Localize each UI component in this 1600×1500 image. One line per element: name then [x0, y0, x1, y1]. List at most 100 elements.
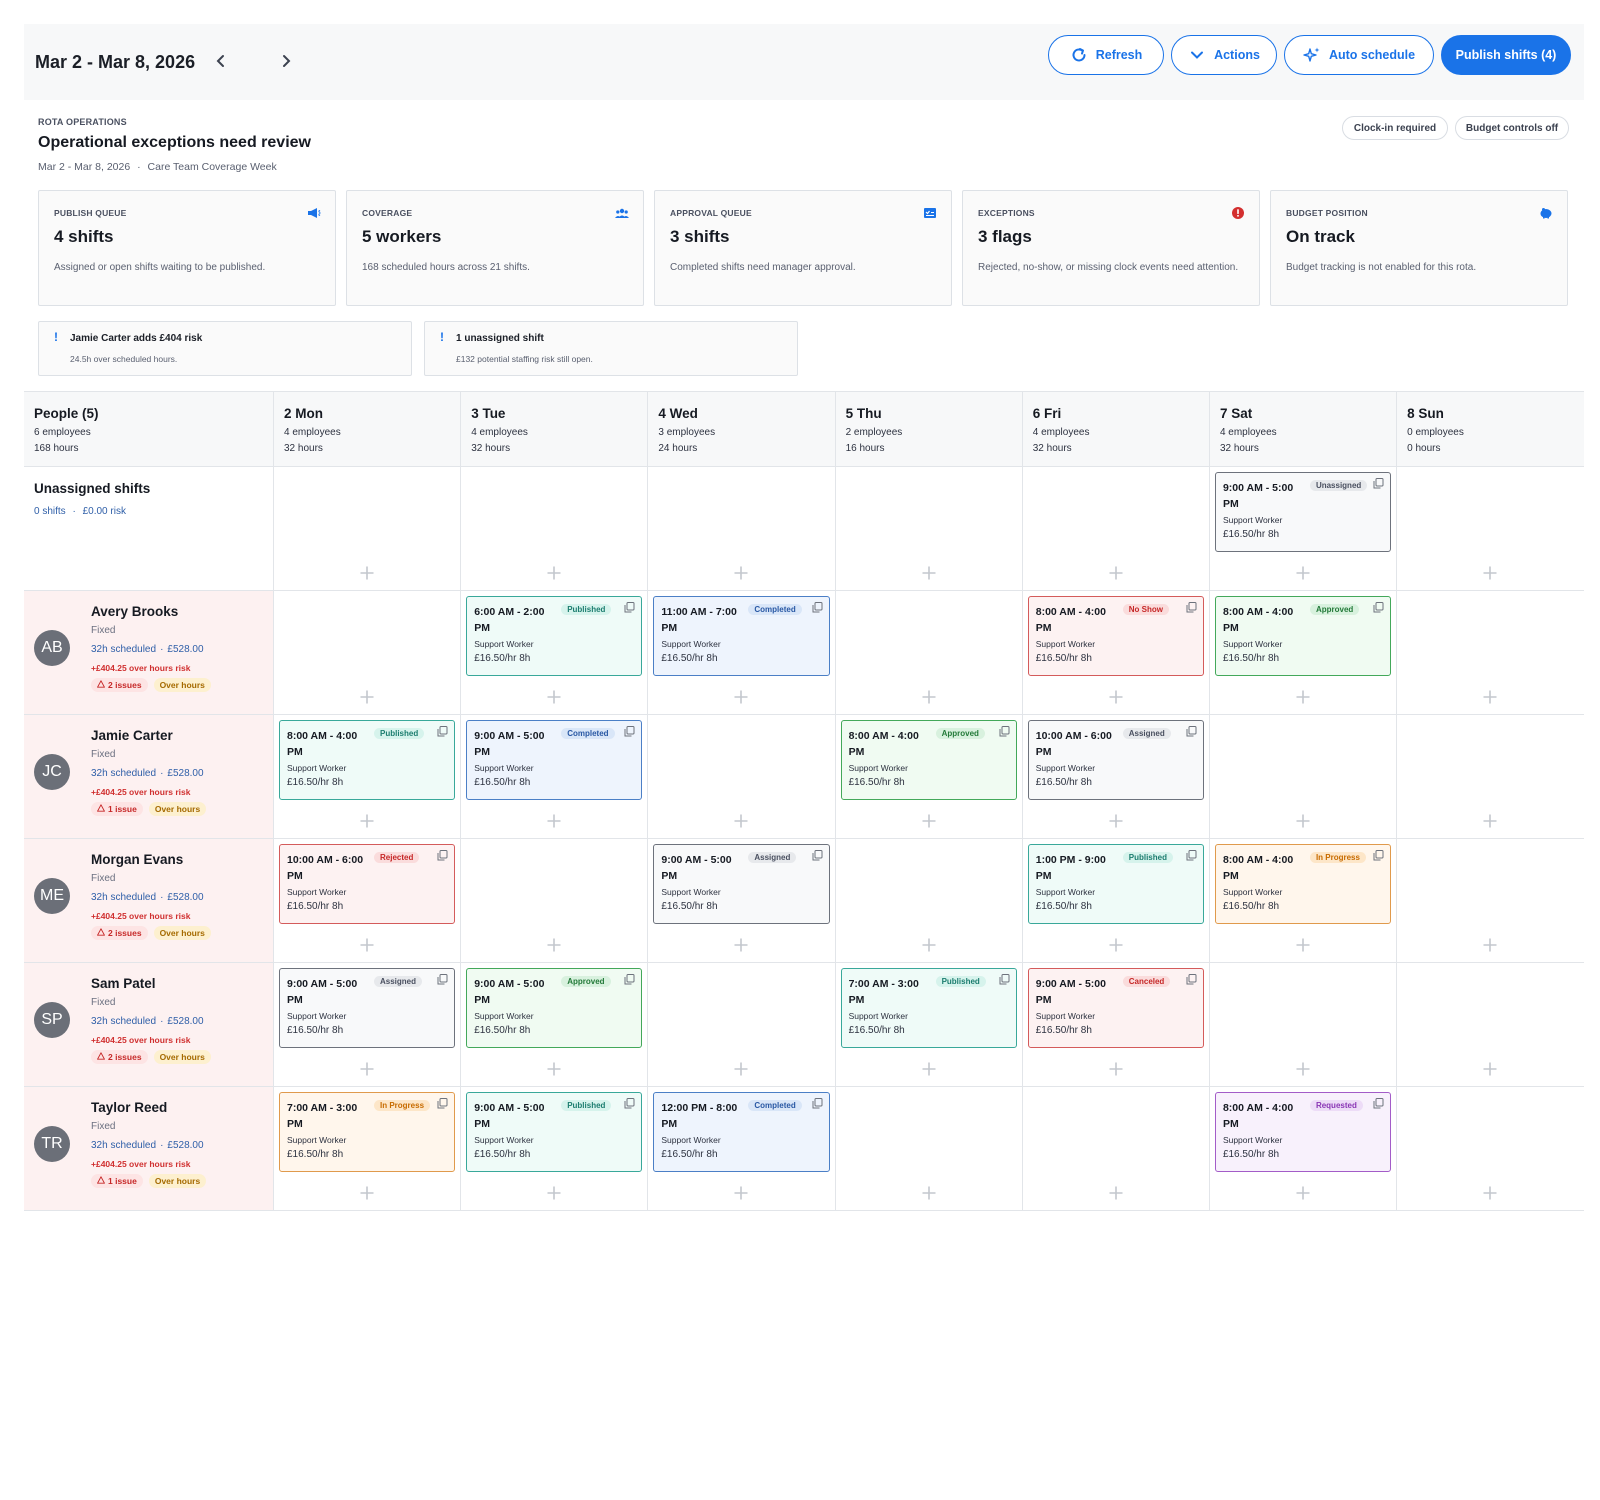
shift-card[interactable]: 8:00 AM - 4:00 PM Requested Support Worker… — [1214, 1092, 1392, 1172]
actions-button[interactable]: Actions — [1171, 35, 1277, 75]
copy-icon[interactable] — [624, 726, 635, 737]
alert-jamie-carter-risk[interactable]: ! Jamie Carter adds £404 risk 24.5h over… — [38, 321, 412, 376]
add-shift-button[interactable] — [1481, 688, 1499, 706]
shift-card[interactable]: 10:00 AM - 6:00 PM Rejected Support Worker… — [279, 844, 456, 924]
copy-icon[interactable] — [624, 1098, 635, 1109]
copy-icon[interactable] — [1186, 726, 1197, 737]
add-shift-button[interactable] — [545, 812, 563, 830]
add-shift-button[interactable] — [1107, 936, 1125, 954]
add-shift-button[interactable] — [358, 564, 376, 582]
shift-card[interactable]: 8:00 AM - 4:00 PM Approved Support Worker £… — [840, 720, 1017, 800]
add-shift-button[interactable] — [358, 1184, 376, 1202]
publish-shifts-button[interactable]: Publish shifts (4) — [1441, 35, 1571, 75]
add-shift-button[interactable] — [1481, 1184, 1499, 1202]
add-shift-button[interactable] — [1294, 688, 1312, 706]
add-shift-button[interactable] — [1107, 812, 1125, 830]
add-shift-button[interactable] — [732, 812, 750, 830]
employee-name[interactable]: Jamie Carter — [91, 728, 173, 743]
auto-schedule-button[interactable]: Auto schedule — [1284, 35, 1434, 75]
copy-icon[interactable] — [812, 1098, 823, 1109]
issues-badge[interactable]: 1 issue — [91, 802, 143, 816]
shift-card[interactable]: 10:00 AM - 6:00 PM Assigned Support Worker… — [1027, 720, 1204, 800]
add-shift-button[interactable] — [1481, 936, 1499, 954]
shift-card[interactable]: 1:00 PM - 9:00 PM Published Support Worker… — [1027, 844, 1204, 924]
copy-icon[interactable] — [624, 602, 635, 613]
add-shift-button[interactable] — [358, 688, 376, 706]
add-shift-button[interactable] — [545, 564, 563, 582]
shift-card[interactable]: 7:00 AM - 3:00 PM In Progress Support Work… — [279, 1092, 456, 1172]
add-shift-button[interactable] — [920, 688, 938, 706]
add-shift-button[interactable] — [732, 936, 750, 954]
copy-icon[interactable] — [812, 602, 823, 613]
copy-icon[interactable] — [1186, 850, 1197, 861]
add-shift-button[interactable] — [732, 1060, 750, 1078]
add-shift-button[interactable] — [545, 688, 563, 706]
employee-name[interactable]: Avery Brooks — [91, 604, 178, 619]
issues-badge[interactable]: 2 issues — [91, 926, 148, 940]
next-week-button[interactable] — [275, 50, 297, 72]
issues-badge[interactable]: 1 issue — [91, 1174, 143, 1188]
copy-icon[interactable] — [999, 974, 1010, 985]
shift-card[interactable]: 9:00 AM - 5:00 PM Approved Support Worker £… — [466, 968, 643, 1048]
add-shift-button[interactable] — [1107, 688, 1125, 706]
employee-name[interactable]: Morgan Evans — [91, 852, 183, 867]
copy-icon[interactable] — [1373, 850, 1384, 861]
add-shift-button[interactable] — [1107, 564, 1125, 582]
copy-icon[interactable] — [1186, 974, 1197, 985]
add-shift-button[interactable] — [1481, 564, 1499, 582]
add-shift-button[interactable] — [358, 812, 376, 830]
add-shift-button[interactable] — [732, 1184, 750, 1202]
add-shift-button[interactable] — [1481, 812, 1499, 830]
employee-name[interactable]: Taylor Reed — [91, 1100, 167, 1115]
shift-card[interactable]: 8:00 AM - 4:00 PM In Progress Support Work… — [1214, 844, 1392, 924]
add-shift-button[interactable] — [545, 1060, 563, 1078]
copy-icon[interactable] — [1373, 602, 1384, 613]
copy-icon[interactable] — [1373, 478, 1384, 489]
copy-icon[interactable] — [812, 850, 823, 861]
refresh-button[interactable]: Refresh — [1048, 35, 1164, 75]
add-shift-button[interactable] — [920, 564, 938, 582]
add-shift-button[interactable] — [358, 1060, 376, 1078]
copy-icon[interactable] — [437, 726, 448, 737]
shift-card[interactable]: 9:00 AM - 5:00 PM Assigned Support Worker £… — [279, 968, 456, 1048]
copy-icon[interactable] — [624, 974, 635, 985]
add-shift-button[interactable] — [1294, 936, 1312, 954]
add-shift-button[interactable] — [545, 936, 563, 954]
issues-badge[interactable]: 2 issues — [91, 678, 148, 692]
issues-badge[interactable]: 2 issues — [91, 1050, 148, 1064]
alert-unassigned-shift[interactable]: ! 1 unassigned shift £132 potential staf… — [424, 321, 798, 376]
shift-card[interactable]: 8:00 AM - 4:00 PM No Show Support Worker £1… — [1027, 596, 1204, 676]
shift-card[interactable]: 9:00 AM - 5:00 PM Published Support Worker… — [466, 1092, 643, 1172]
add-shift-button[interactable] — [1294, 812, 1312, 830]
copy-icon[interactable] — [437, 850, 448, 861]
add-shift-button[interactable] — [545, 1184, 563, 1202]
shift-card[interactable]: 9:00 AM - 5:00 PM Assigned Support Worker £… — [653, 844, 830, 924]
add-shift-button[interactable] — [920, 1060, 938, 1078]
shift-card[interactable]: 11:00 AM - 7:00 PM Completed Support Worke… — [653, 596, 830, 676]
add-shift-button[interactable] — [1107, 1060, 1125, 1078]
add-shift-button[interactable] — [732, 688, 750, 706]
shift-card[interactable]: 7:00 AM - 3:00 PM Published Support Worker… — [840, 968, 1017, 1048]
add-shift-button[interactable] — [358, 936, 376, 954]
copy-icon[interactable] — [437, 1098, 448, 1109]
add-shift-button[interactable] — [732, 564, 750, 582]
shift-card[interactable]: 9:00 AM - 5:00 PM Unassigned Support Worke… — [1214, 472, 1392, 552]
shift-card[interactable]: 8:00 AM - 4:00 PM Approved Support Worker £… — [1214, 596, 1392, 676]
copy-icon[interactable] — [437, 974, 448, 985]
previous-week-button[interactable] — [210, 50, 232, 72]
add-shift-button[interactable] — [1294, 564, 1312, 582]
add-shift-button[interactable] — [1294, 1060, 1312, 1078]
add-shift-button[interactable] — [1294, 1184, 1312, 1202]
add-shift-button[interactable] — [920, 812, 938, 830]
add-shift-button[interactable] — [920, 1184, 938, 1202]
shift-card[interactable]: 12:00 PM - 8:00 PM Completed Support Worke… — [653, 1092, 830, 1172]
shift-card[interactable]: 9:00 AM - 5:00 PM Canceled Support Worker £… — [1027, 968, 1204, 1048]
copy-icon[interactable] — [999, 726, 1010, 737]
add-shift-button[interactable] — [1107, 1184, 1125, 1202]
add-shift-button[interactable] — [920, 936, 938, 954]
shift-card[interactable]: 9:00 AM - 5:00 PM Completed Support Worker… — [466, 720, 643, 800]
copy-icon[interactable] — [1186, 602, 1197, 613]
add-shift-button[interactable] — [1481, 1060, 1499, 1078]
employee-name[interactable]: Sam Patel — [91, 976, 156, 991]
copy-icon[interactable] — [1373, 1098, 1384, 1109]
